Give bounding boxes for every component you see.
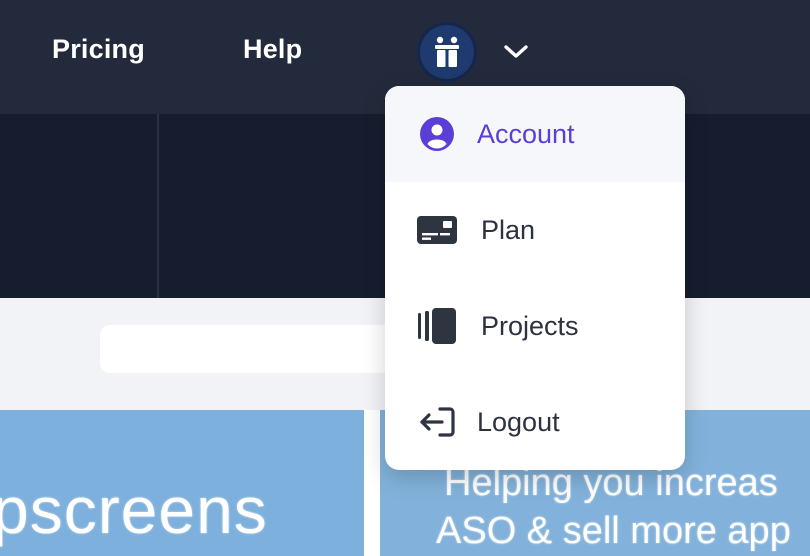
menu-item-plan[interactable]: Plan <box>385 182 685 278</box>
menu-item-logout[interactable]: Logout <box>385 374 685 470</box>
hero-divider <box>157 114 159 298</box>
page: Pricing Help pscreens Helping you increa… <box>0 0 810 556</box>
search-bar[interactable] <box>100 325 400 373</box>
card-left-text: pscreens <box>0 473 268 547</box>
menu-item-plan-label: Plan <box>481 214 536 245</box>
user-avatar-button[interactable] <box>417 22 477 82</box>
menu-item-account[interactable]: Account <box>385 86 685 182</box>
preview-card-left[interactable]: pscreens <box>0 410 364 556</box>
menu-item-account-label: Account <box>477 118 575 149</box>
nav-link-pricing[interactable]: Pricing <box>52 34 145 65</box>
logout-icon <box>415 400 459 444</box>
credit-card-icon <box>415 208 459 252</box>
chevron-down-icon <box>504 45 528 58</box>
menu-item-projects[interactable]: Projects <box>385 278 685 374</box>
account-menu-toggle[interactable] <box>502 38 530 66</box>
nav-link-help[interactable]: Help <box>243 34 302 65</box>
menu-item-projects-label: Projects <box>481 310 579 341</box>
menu-item-logout-label: Logout <box>477 406 560 437</box>
card-right-line-2: ASO & sell more app <box>436 510 791 552</box>
gift-icon <box>435 36 459 67</box>
projects-stack-icon <box>415 304 459 348</box>
user-circle-icon <box>415 112 459 156</box>
account-dropdown-menu: Account Plan Projects Logout <box>385 86 685 470</box>
